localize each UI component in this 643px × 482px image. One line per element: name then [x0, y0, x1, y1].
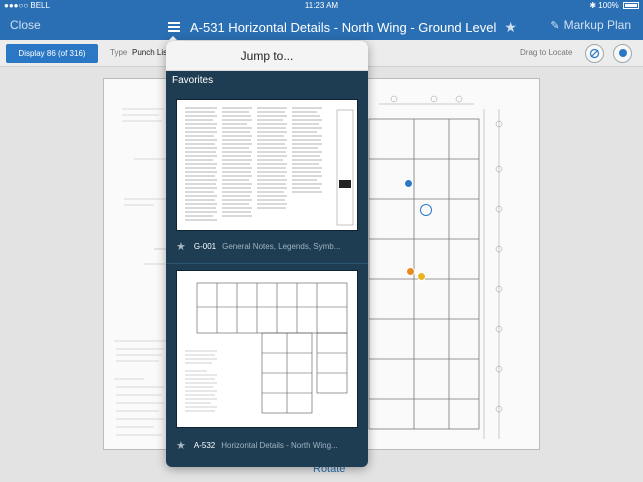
- sheet-thumbnail[interactable]: [176, 270, 358, 428]
- battery-status: ✱ 100%: [589, 0, 639, 12]
- thumbnail-notes-drawing: [185, 107, 354, 226]
- star-icon[interactable]: ★: [176, 439, 186, 452]
- nav-bar: Close A-531 Horizontal Details - North W…: [0, 14, 643, 40]
- jump-to-popover: Jump to... Favorites ★ G-001 General Not…: [166, 41, 368, 467]
- sheet-title: A-531 Horizontal Details - North Wing - …: [190, 19, 497, 35]
- pin-icon[interactable]: [613, 44, 632, 63]
- thumbnail-plan-drawing: [185, 282, 348, 414]
- drag-to-locate-label: Drag to Locate: [520, 48, 573, 57]
- star-icon[interactable]: ★: [176, 240, 186, 253]
- markup-plan-button[interactable]: ✎ Markup Plan: [550, 18, 631, 32]
- favorites-section-label: Favorites: [166, 71, 368, 91]
- clock: 11:23 AM: [304, 1, 339, 10]
- issue-pin-selected[interactable]: [420, 204, 432, 216]
- favorite-sheet[interactable]: ★ A-532 Horizontal Details - North Wing.…: [166, 264, 368, 467]
- favorite-caption[interactable]: ★ G-001 General Notes, Legends, Symb...: [166, 235, 368, 257]
- type-filter[interactable]: Punch Lis: [132, 48, 167, 57]
- type-label: Type: [110, 48, 128, 57]
- list-icon[interactable]: [168, 22, 180, 32]
- top-bar: ●●●○○ BELL 11:23 AM ✱ 100% Close A-531 H…: [0, 0, 643, 40]
- sheet-code: A-532: [193, 440, 216, 450]
- sheet-code: G-001: [193, 241, 217, 251]
- title-area[interactable]: A-531 Horizontal Details - North Wing - …: [168, 16, 517, 38]
- favorite-sheet[interactable]: ★ G-001 General Notes, Legends, Symb...: [166, 93, 368, 263]
- markup-plan-label: Markup Plan: [563, 18, 631, 32]
- battery-icon: [623, 2, 639, 10]
- favorite-caption[interactable]: ★ A-532 Horizontal Details - North Wing.…: [166, 434, 368, 456]
- crosshair-icon[interactable]: [585, 44, 604, 63]
- issue-pin[interactable]: [417, 272, 426, 281]
- battery-percent: 100%: [598, 1, 619, 10]
- status-bar: ●●●○○ BELL 11:23 AM ✱ 100%: [0, 0, 643, 12]
- pencil-icon: ✎: [550, 19, 560, 32]
- popover-title: Jump to...: [166, 41, 368, 71]
- sheet-name: Horizontal Details - North Wing...: [221, 440, 338, 450]
- star-icon[interactable]: ★: [504, 19, 517, 36]
- bluetooth-icon: ✱: [589, 1, 597, 10]
- issue-pin[interactable]: [406, 267, 415, 276]
- display-button[interactable]: Display 86 (of 316): [6, 44, 98, 63]
- sheet-name: General Notes, Legends, Symb...: [222, 241, 341, 251]
- sheet-thumbnail[interactable]: [176, 99, 358, 231]
- close-button[interactable]: Close: [10, 18, 41, 32]
- issue-pin[interactable]: [404, 179, 413, 188]
